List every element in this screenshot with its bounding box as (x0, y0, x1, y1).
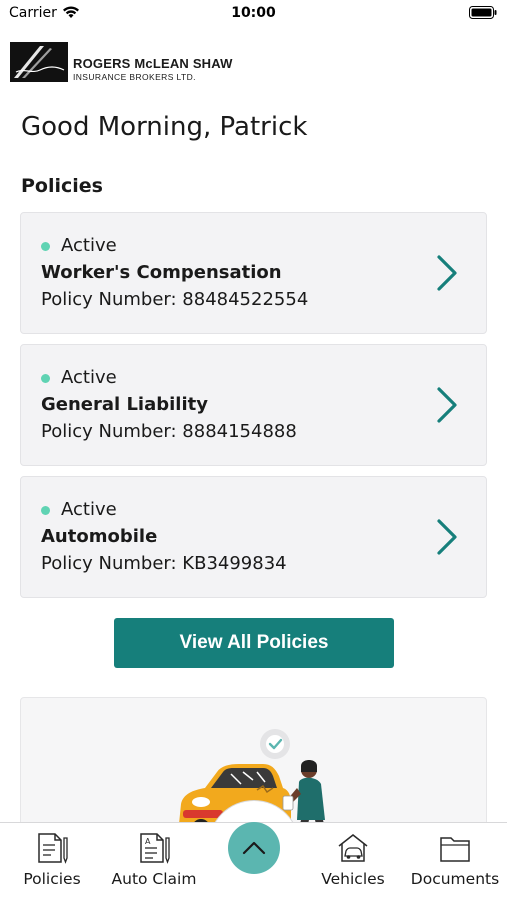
tab-label: Auto Claim (111, 870, 197, 888)
policy-number-label: Policy Number: (41, 421, 177, 442)
view-all-policies-button[interactable]: View All Policies (114, 618, 394, 668)
policy-name: Automobile (41, 526, 158, 547)
tab-label: Vehicles (321, 870, 385, 888)
status-time: 10:00 (231, 5, 276, 21)
policy-card[interactable]: Active Automobile Policy Number: KB34998… (20, 476, 487, 598)
svg-text:A: A (145, 837, 151, 846)
active-status-dot (41, 242, 50, 251)
policy-number-row: Policy Number: 88484522554 (41, 289, 308, 310)
folder-icon (440, 837, 470, 862)
brand-name: ROGERS McLEAN SHAW (73, 56, 233, 71)
tab-label: Policies (23, 870, 81, 888)
policy-number: KB3499834 (182, 553, 287, 574)
tab-auto-claim[interactable]: A Auto Claim (106, 823, 202, 900)
policy-status: Active (61, 367, 117, 388)
policy-number-label: Policy Number: (41, 553, 177, 574)
tab-documents[interactable]: Documents (406, 823, 504, 900)
policy-number-row: Policy Number: 8884154888 (41, 421, 297, 442)
chevron-right-icon[interactable] (436, 254, 458, 292)
active-status-dot (41, 506, 50, 515)
brand-subtitle: INSURANCE BROKERS LTD. (73, 72, 196, 82)
policies-section-title: Policies (21, 175, 103, 197)
policy-card[interactable]: Active Worker's Compensation Policy Numb… (20, 212, 487, 334)
chevron-right-icon[interactable] (436, 386, 458, 424)
status-bar: Carrier 10:00 (0, 0, 507, 30)
policy-number-label: Policy Number: (41, 289, 177, 310)
tab-label: Documents (410, 870, 500, 888)
active-status-dot (41, 374, 50, 383)
tab-vehicles[interactable]: Vehicles (312, 823, 394, 900)
chevron-up-icon (242, 841, 266, 855)
policy-number: 8884154888 (182, 421, 297, 442)
expand-menu-button[interactable] (228, 822, 280, 874)
chevron-right-icon[interactable] (436, 518, 458, 556)
policy-number-row: Policy Number: KB3499834 (41, 553, 287, 574)
policy-card[interactable]: Active General Liability Policy Number: … (20, 344, 487, 466)
auto-claim-document-icon: A (140, 833, 170, 864)
tab-policies[interactable]: Policies (12, 823, 92, 900)
policy-name: General Liability (41, 394, 208, 415)
policy-status: Active (61, 235, 117, 256)
brand-logo: ROGERS McLEAN SHAW INSURANCE BROKERS LTD… (10, 42, 280, 82)
policy-number: 88484522554 (182, 289, 309, 310)
policies-document-icon (38, 833, 68, 864)
policy-name: Worker's Compensation (41, 262, 282, 283)
logo-mark-icon (10, 42, 68, 82)
policy-status: Active (61, 499, 117, 520)
vehicle-house-icon (338, 834, 368, 862)
greeting-title: Good Morning, Patrick (21, 112, 308, 142)
battery-icon (469, 6, 497, 19)
